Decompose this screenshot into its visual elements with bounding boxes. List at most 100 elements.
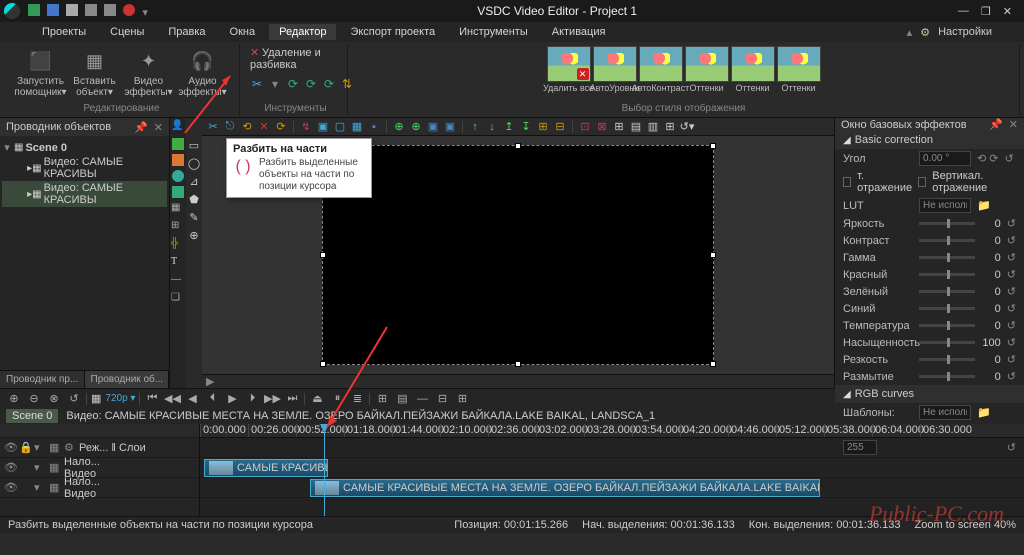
timeline-clip[interactable]: САМЫЕ КРАСИВЫЕ: [204, 459, 328, 477]
arrow-down-icon[interactable]: ↓: [485, 120, 499, 134]
toolbar-icon[interactable]: ⊡: [578, 120, 592, 134]
menu-scenes[interactable]: Сцены: [100, 24, 154, 40]
pencil-tool-icon[interactable]: ✎: [187, 210, 201, 224]
toolbar-icon[interactable]: ▪: [367, 120, 381, 134]
preview-canvas[interactable]: [322, 145, 714, 365]
toolbar-icon[interactable]: ⊟: [553, 120, 567, 134]
tc-icon[interactable]: ▤: [394, 391, 410, 407]
toolbar-icon[interactable]: ▣: [443, 120, 457, 134]
toolbar-icon[interactable]: ↺▾: [680, 120, 694, 134]
wizard-button[interactable]: ⬛Запустить помощник▾: [15, 46, 67, 100]
toolbar-icon[interactable]: ⊕: [392, 120, 406, 134]
toolbar-icon[interactable]: ✂: [206, 120, 220, 134]
toolbar-icon[interactable]: ⊕: [409, 120, 423, 134]
toolbar-icon[interactable]: ▤: [629, 120, 643, 134]
toolbar-icon[interactable]: ⎋: [223, 120, 237, 134]
tc-icon[interactable]: ⊗: [46, 391, 62, 407]
slider[interactable]: [919, 273, 975, 276]
style-autolevels[interactable]: АвтоУровни: [593, 46, 637, 93]
toolbar-icon[interactable]: ⊠: [595, 120, 609, 134]
qa-dropdown-icon[interactable]: ▾: [142, 6, 154, 18]
lut-select[interactable]: [919, 198, 971, 213]
slider[interactable]: [919, 341, 975, 344]
tool-icon[interactable]: ⊞: [171, 220, 185, 234]
transport-stepback[interactable]: ⏴: [204, 391, 220, 407]
transport-stepfw[interactable]: ⏵: [244, 391, 260, 407]
tc-icon[interactable]: ↺: [66, 391, 82, 407]
slider[interactable]: [919, 256, 975, 259]
tool-icon[interactable]: —: [171, 274, 185, 288]
tc-icon[interactable]: ⊞: [374, 391, 390, 407]
menu-editor[interactable]: Редактор: [269, 24, 336, 40]
transport-first[interactable]: ⏮: [144, 391, 160, 407]
insert-object-button[interactable]: ▦Вставить объект▾: [69, 46, 121, 100]
qa-icon[interactable]: [85, 4, 97, 16]
track-header-row[interactable]: 👁▾▦Нало... Видео: [0, 458, 199, 478]
section-basic-correction[interactable]: ◢ Basic correction: [835, 131, 1024, 149]
reset-icon[interactable]: ↺: [1007, 370, 1016, 383]
style-autocontrast[interactable]: АвтоКонтраст: [639, 46, 683, 93]
settings-gear-icon[interactable]: ⚙: [920, 26, 930, 39]
slider[interactable]: [919, 239, 975, 242]
toolbar-icon[interactable]: ▣: [426, 120, 440, 134]
slider[interactable]: [919, 307, 975, 310]
tc-icon[interactable]: —: [414, 391, 430, 407]
toolbar-icon[interactable]: ✕: [257, 120, 271, 134]
style-tint1[interactable]: Оттенки: [685, 46, 729, 93]
shape-tool-icon[interactable]: ⊿: [187, 174, 201, 188]
record-icon[interactable]: [123, 4, 135, 16]
menu-activation[interactable]: Активация: [542, 24, 616, 40]
toolbar-icon[interactable]: ▣: [316, 120, 330, 134]
toolbar-icon[interactable]: ⟳: [274, 120, 288, 134]
transport-back[interactable]: ◀: [184, 391, 200, 407]
tc-icon[interactable]: ⏏: [309, 391, 325, 407]
scene-tab[interactable]: Scene 0: [6, 409, 58, 423]
pin-icon[interactable]: 📌: [134, 121, 148, 134]
transport-play[interactable]: ▶: [224, 391, 240, 407]
section-rgb-curves[interactable]: ◢ RGB curves: [835, 385, 1024, 403]
style-tint3[interactable]: Оттенки: [777, 46, 821, 93]
shape-tool-icon[interactable]: ⬟: [187, 192, 201, 206]
toolbar-icon[interactable]: ⊞: [663, 120, 677, 134]
reset-icon[interactable]: ↺: [1007, 217, 1016, 230]
toolbar-icon[interactable]: ↥: [502, 120, 516, 134]
toolbar-icon[interactable]: ⊞: [536, 120, 550, 134]
qa-icon[interactable]: [66, 4, 78, 16]
tc-icon[interactable]: ⊕: [6, 391, 22, 407]
tc-icon[interactable]: ⊟: [434, 391, 450, 407]
reset-icon[interactable]: ↺: [1007, 336, 1016, 349]
tool-icon[interactable]: [172, 138, 184, 150]
reset-icon[interactable]: ↺: [1007, 353, 1016, 366]
arrow-up-icon[interactable]: ↑: [468, 120, 482, 134]
menu-export[interactable]: Экспорт проекта: [340, 24, 445, 40]
folder-icon[interactable]: 📁: [977, 199, 991, 212]
tool-icon[interactable]: [172, 154, 184, 166]
tool-icon[interactable]: ╬: [171, 238, 185, 252]
angle-input[interactable]: [919, 151, 971, 166]
menu-projects[interactable]: Проекты: [32, 24, 96, 40]
tool-icon[interactable]: 👤: [171, 120, 185, 134]
tool-icon[interactable]: [172, 170, 184, 182]
slider[interactable]: [919, 324, 975, 327]
menu-tools[interactable]: Инструменты: [449, 24, 538, 40]
reset-icon[interactable]: ↺: [1007, 302, 1016, 315]
playhead[interactable]: [324, 424, 325, 516]
resolution-select[interactable]: 720p ▾: [105, 393, 135, 404]
tool-icon[interactable]: [172, 186, 184, 198]
shape-tool-icon[interactable]: ⊕: [187, 228, 201, 242]
style-delete-all[interactable]: Удалить все: [547, 46, 591, 93]
toolbar-icon[interactable]: ⟲: [240, 120, 254, 134]
play-preview-icon[interactable]: ▶: [206, 375, 214, 388]
rect-tool-icon[interactable]: ▭: [187, 138, 201, 152]
tool-icon[interactable]: ⟳: [304, 77, 318, 91]
tc-icon[interactable]: ⊖: [26, 391, 42, 407]
fit-icon[interactable]: ▦: [91, 392, 101, 405]
maximize-button[interactable]: ❐: [981, 5, 991, 18]
panel-tab[interactable]: Проводник пр...: [0, 371, 85, 388]
toolbar-icon[interactable]: ↯: [299, 120, 313, 134]
qa-icon[interactable]: [104, 4, 116, 16]
slider[interactable]: [919, 290, 975, 293]
toolbar-icon[interactable]: ▢: [333, 120, 347, 134]
audio-effects-button[interactable]: 🎧Аудио эффекты▾: [177, 46, 229, 100]
menu-edit[interactable]: Правка: [158, 24, 215, 40]
